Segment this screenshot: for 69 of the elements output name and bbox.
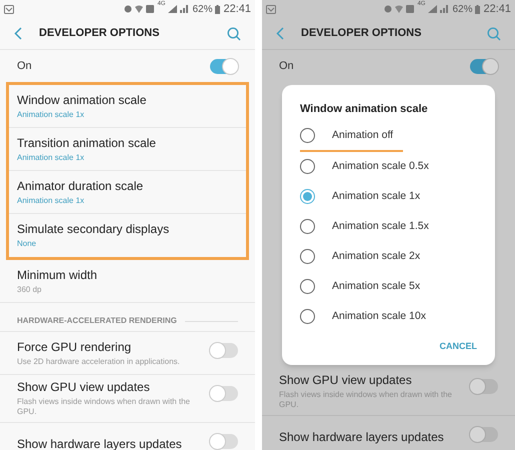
setting-title[interactable]: Window animation scale bbox=[17, 92, 146, 108]
radio-button[interactable] bbox=[300, 159, 315, 174]
section-header: HARDWARE-ACCELERATED RENDERING bbox=[17, 315, 177, 327]
status-time: 22:41 bbox=[483, 2, 511, 17]
radio-label: Animation scale 1x bbox=[332, 188, 420, 204]
signal-bars-icon bbox=[180, 5, 190, 13]
radio-button[interactable] bbox=[300, 279, 315, 294]
wifi-icon bbox=[395, 5, 404, 13]
setting-title[interactable]: Show GPU view updates bbox=[17, 380, 150, 395]
setting-summary: Flash views inside windows when drawn with the GPU. bbox=[279, 390, 453, 410]
radio-label: Animation scale 5x bbox=[332, 278, 420, 294]
radio-option[interactable]: Animation scale 2x bbox=[300, 242, 430, 272]
radio-button[interactable] bbox=[300, 309, 315, 324]
battery-percent: 62% bbox=[192, 2, 212, 16]
radio-label: Animation scale 2x bbox=[332, 248, 420, 264]
radio-option[interactable]: Animation scale 1.5x bbox=[300, 212, 439, 242]
battery-percent: 62% bbox=[452, 2, 472, 16]
setting-summary: Animation scale 1x bbox=[17, 152, 84, 162]
toggle-switch[interactable] bbox=[210, 386, 238, 401]
radio-button[interactable] bbox=[300, 219, 315, 234]
back-icon[interactable] bbox=[14, 27, 22, 40]
radio-label: Animation scale 10x bbox=[332, 308, 426, 324]
setting-summary: Animation scale 1x bbox=[17, 196, 84, 206]
back-icon[interactable] bbox=[276, 27, 284, 40]
toggle-switch[interactable] bbox=[470, 427, 498, 442]
wifi-icon bbox=[135, 5, 144, 13]
dialog-title: Window animation scale bbox=[300, 102, 429, 117]
toggle-switch[interactable] bbox=[210, 434, 238, 449]
setting-title[interactable]: Transition animation scale bbox=[17, 136, 156, 150]
toggle-switch[interactable] bbox=[210, 58, 238, 74]
signal-bars-icon bbox=[440, 5, 450, 13]
radio-option[interactable]: Animation scale 1x bbox=[300, 182, 430, 212]
toggle-switch[interactable] bbox=[470, 58, 498, 74]
setting-summary: None bbox=[17, 239, 36, 249]
setting-summary: Flash views inside windows when drawn with the GPU. bbox=[17, 397, 191, 417]
radio-label: Animation scale 1.5x bbox=[332, 218, 429, 234]
radio-option[interactable]: Animation scale 0.5x bbox=[300, 152, 439, 182]
radio-label: Animation scale 0.5x bbox=[332, 158, 429, 174]
signal-icon bbox=[428, 5, 438, 13]
battery-icon bbox=[475, 4, 480, 14]
radio-button[interactable] bbox=[300, 189, 315, 204]
search-icon[interactable] bbox=[227, 26, 241, 40]
toggle-switch[interactable] bbox=[470, 379, 498, 394]
radio-button[interactable] bbox=[300, 128, 315, 143]
radio-option[interactable]: Animation scale 5x bbox=[300, 272, 430, 302]
radio-option[interactable]: Animation scale 10x bbox=[300, 302, 436, 332]
master-switch-label: On bbox=[17, 58, 33, 74]
setting-title[interactable]: Animator duration scale bbox=[17, 178, 144, 194]
page-title: DEVELOPER OPTIONS bbox=[301, 26, 422, 42]
setting-summary: Use 2D hardware acceleration in applications. bbox=[17, 356, 180, 366]
setting-title[interactable]: Force GPU rendering bbox=[17, 340, 132, 354]
search-icon[interactable] bbox=[487, 26, 501, 40]
setting-summary: Animation scale 1x bbox=[17, 110, 84, 120]
notification-icon bbox=[4, 4, 14, 14]
setting-title[interactable]: Minimum width bbox=[17, 268, 98, 282]
notification-icon bbox=[266, 4, 276, 14]
radio-option[interactable]: Animation off bbox=[300, 122, 404, 152]
setting-title[interactable]: Simulate secondary displays bbox=[17, 222, 170, 237]
toggle-switch[interactable] bbox=[210, 343, 238, 358]
battery-icon bbox=[215, 4, 220, 14]
setting-title[interactable]: Show GPU view updates bbox=[279, 373, 412, 388]
radio-button[interactable] bbox=[300, 249, 315, 264]
page-title: DEVELOPER OPTIONS bbox=[39, 26, 160, 42]
master-switch-label: On bbox=[279, 58, 295, 74]
setting-summary: 360 dp bbox=[17, 284, 42, 294]
signal-icon bbox=[168, 5, 178, 13]
radio-label: Animation off bbox=[332, 128, 394, 143]
setting-title[interactable]: Show hardware layers updates bbox=[279, 430, 444, 445]
status-time: 22:41 bbox=[223, 2, 251, 17]
